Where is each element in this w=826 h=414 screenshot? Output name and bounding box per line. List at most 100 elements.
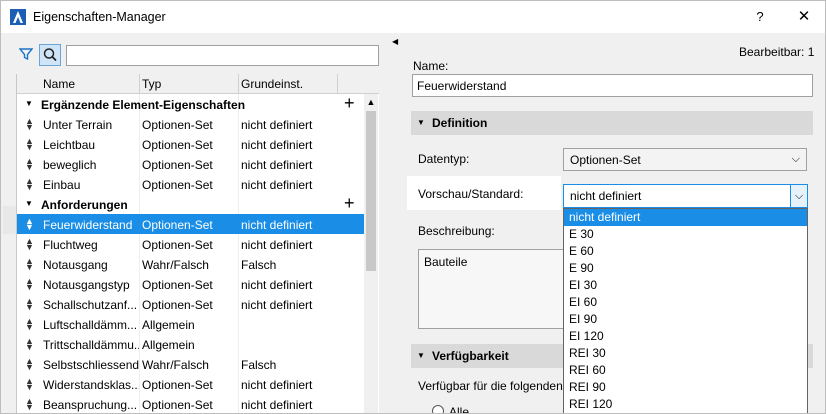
datentyp-select[interactable]: Optionen-Set ⌵ bbox=[563, 148, 807, 171]
property-row[interactable]: ▲ ▼ Notausgangstyp Optionen-Set nicht defini… bbox=[17, 274, 365, 294]
collapse-triangle-icon: ▼ bbox=[417, 351, 425, 360]
close-button[interactable]: ✕ bbox=[793, 6, 815, 28]
property-row[interactable]: ▲ ▼ Beanspruchung... Optionen-Set nicht defi… bbox=[17, 394, 365, 413]
property-name: Trittschalldämmu... bbox=[43, 338, 139, 352]
property-default: nicht definiert bbox=[241, 378, 313, 392]
reorder-handle-icon[interactable]: ▲ ▼ bbox=[25, 237, 34, 252]
dropdown-option[interactable]: REI 90 bbox=[564, 379, 807, 396]
reorder-handle-icon[interactable]: ▲ ▼ bbox=[25, 157, 34, 172]
vorschau-value: nicht definiert bbox=[570, 189, 642, 203]
property-type: Optionen-Set bbox=[142, 118, 213, 132]
archicad-logo-icon bbox=[10, 9, 26, 25]
dropdown-option[interactable]: EI 120 bbox=[564, 328, 807, 345]
help-button[interactable]: ? bbox=[749, 6, 771, 28]
reorder-handle-icon[interactable]: ▲ ▼ bbox=[25, 397, 34, 412]
property-type: Wahr/Falsch bbox=[142, 358, 209, 372]
dropdown-option[interactable]: E 30 bbox=[564, 226, 807, 243]
reorder-handle-icon[interactable]: ▲ ▼ bbox=[25, 217, 34, 232]
reorder-handle-icon[interactable]: ▲ ▼ bbox=[25, 177, 34, 192]
search-button[interactable] bbox=[39, 44, 61, 66]
property-row[interactable]: ▲ ▼ Notausgang Wahr/Falsch Falsch bbox=[17, 254, 365, 274]
column-header-type[interactable]: Typ bbox=[142, 77, 161, 91]
title-bar: Eigenschaften-Manager ? ✕ bbox=[1, 1, 825, 33]
reorder-handle-icon[interactable]: ▲ ▼ bbox=[25, 117, 34, 132]
search-input[interactable] bbox=[66, 45, 379, 66]
filter-icon[interactable] bbox=[19, 47, 33, 61]
property-row[interactable]: ▲ ▼ Leichtbau Optionen-Set nicht definiert bbox=[17, 134, 365, 154]
verfuegbar-label: Verfügbar für die folgenden bbox=[418, 379, 563, 393]
reorder-handle-icon[interactable]: ▲ ▼ bbox=[25, 357, 34, 372]
property-type: Allgemein bbox=[142, 318, 195, 332]
dropdown-option[interactable]: EI 60 bbox=[564, 294, 807, 311]
property-name: Widerstandsklas... bbox=[43, 378, 139, 392]
add-property-icon[interactable]: + bbox=[344, 93, 355, 114]
property-row[interactable]: ▲ ▼ Widerstandsklas... Optionen-Set nicht de… bbox=[17, 374, 365, 394]
property-default: nicht definiert bbox=[241, 178, 313, 192]
dropdown-option[interactable]: E 60 bbox=[564, 243, 807, 260]
property-row[interactable]: ▲ ▼ Feuerwiderstand Optionen-Set nicht defin… bbox=[17, 214, 365, 234]
scroll-thumb[interactable] bbox=[366, 111, 376, 271]
dropdown-option[interactable]: REI 120 bbox=[564, 396, 807, 413]
datentyp-label: Datentyp: bbox=[418, 152, 470, 166]
window-title: Eigenschaften-Manager bbox=[33, 10, 166, 24]
property-row[interactable]: ▲ ▼ Trittschalldämmu... Allgemein bbox=[17, 334, 365, 354]
search-icon bbox=[43, 48, 57, 62]
reorder-handle-icon[interactable]: ▲ ▼ bbox=[25, 137, 34, 152]
dropdown-option[interactable]: REI 30 bbox=[564, 345, 807, 362]
beschreibung-label: Beschreibung: bbox=[418, 224, 495, 238]
property-name: Notausgang bbox=[43, 258, 108, 272]
dropdown-option[interactable]: EI 30 bbox=[564, 277, 807, 294]
property-name: Selbstschliessend bbox=[43, 358, 139, 372]
reorder-handle-icon[interactable]: ▲ ▼ bbox=[25, 317, 34, 332]
property-default: Falsch bbox=[241, 358, 277, 372]
property-type: Optionen-Set bbox=[142, 238, 213, 252]
dropdown-option[interactable]: nicht definiert bbox=[564, 209, 807, 226]
property-name: beweglich bbox=[43, 158, 97, 172]
property-default: nicht definiert bbox=[241, 218, 313, 232]
property-row[interactable]: ▲ ▼ beweglich Optionen-Set nicht definiert bbox=[17, 154, 365, 174]
property-type: Optionen-Set bbox=[142, 138, 213, 152]
collapse-triangle-icon[interactable]: ▼ bbox=[25, 199, 33, 208]
column-header-default[interactable]: Grundeinst. bbox=[241, 77, 303, 91]
property-default: nicht definiert bbox=[241, 398, 313, 412]
property-type: Optionen-Set bbox=[142, 178, 213, 192]
dropdown-option[interactable]: E 90 bbox=[564, 260, 807, 277]
editable-count: Bearbeitbar: 1 bbox=[739, 45, 815, 59]
panel-collapse-icon[interactable]: ◀ bbox=[392, 37, 398, 46]
name-field[interactable]: Feuerwiderstand bbox=[412, 74, 813, 97]
property-default: Falsch bbox=[241, 258, 277, 272]
property-row[interactable]: ▲ ▼ Luftschalldämm... Allgemein bbox=[17, 314, 365, 334]
collapse-triangle-icon[interactable]: ▼ bbox=[25, 99, 33, 108]
property-row[interactable]: ▲ ▼ Einbau Optionen-Set nicht definiert bbox=[17, 174, 365, 194]
column-header-name[interactable]: Name bbox=[43, 77, 75, 91]
dropdown-option[interactable]: EI 90 bbox=[564, 311, 807, 328]
property-row[interactable]: ▲ ▼ Fluchtweg Optionen-Set nicht definiert bbox=[17, 234, 365, 254]
chevron-down-icon[interactable]: ⌵ bbox=[790, 185, 807, 207]
reorder-handle-icon[interactable]: ▲ ▼ bbox=[25, 377, 34, 392]
reorder-handle-icon[interactable]: ▲ ▼ bbox=[25, 297, 34, 312]
group-row[interactable]: ▼ Anforderungen + bbox=[17, 193, 365, 214]
beschreibung-textarea[interactable]: Bauteile bbox=[418, 249, 565, 329]
property-default: nicht definiert bbox=[241, 158, 313, 172]
alle-radio[interactable] bbox=[432, 405, 444, 413]
property-default: nicht definiert bbox=[241, 138, 313, 152]
reorder-handle-icon[interactable]: ▲ ▼ bbox=[25, 257, 34, 272]
group-row[interactable]: ▼ Ergänzende Element-Eigenschaften + bbox=[17, 93, 365, 114]
property-type: Optionen-Set bbox=[142, 278, 213, 292]
reorder-handle-icon[interactable]: ▲ ▼ bbox=[25, 277, 34, 292]
vorschau-select[interactable]: nicht definiert ⌵ bbox=[563, 184, 808, 208]
property-name: Feuerwiderstand bbox=[43, 218, 133, 232]
definition-section-header[interactable]: ▼ Definition bbox=[411, 111, 813, 135]
dropdown-option[interactable]: REI 60 bbox=[564, 362, 807, 379]
reorder-handle-icon[interactable]: ▲ ▼ bbox=[25, 337, 34, 352]
property-type: Allgemein bbox=[142, 338, 195, 352]
add-property-icon[interactable]: + bbox=[344, 193, 355, 214]
datentyp-value: Optionen-Set bbox=[570, 153, 641, 167]
property-row[interactable]: ▲ ▼ Schallschutzanf... Optionen-Set nicht de… bbox=[17, 294, 365, 314]
property-type: Optionen-Set bbox=[142, 158, 213, 172]
property-row[interactable]: ▲ ▼ Selbstschliessend Wahr/Falsch Falsch bbox=[17, 354, 365, 374]
scroll-up-icon[interactable]: ▲ bbox=[364, 94, 378, 110]
property-row[interactable]: ▲ ▼ Unter Terrain Optionen-Set nicht definie… bbox=[17, 114, 365, 134]
alle-label: Alle bbox=[449, 405, 470, 414]
verfuegbarkeit-section-label: Verfügbarkeit bbox=[432, 349, 509, 363]
